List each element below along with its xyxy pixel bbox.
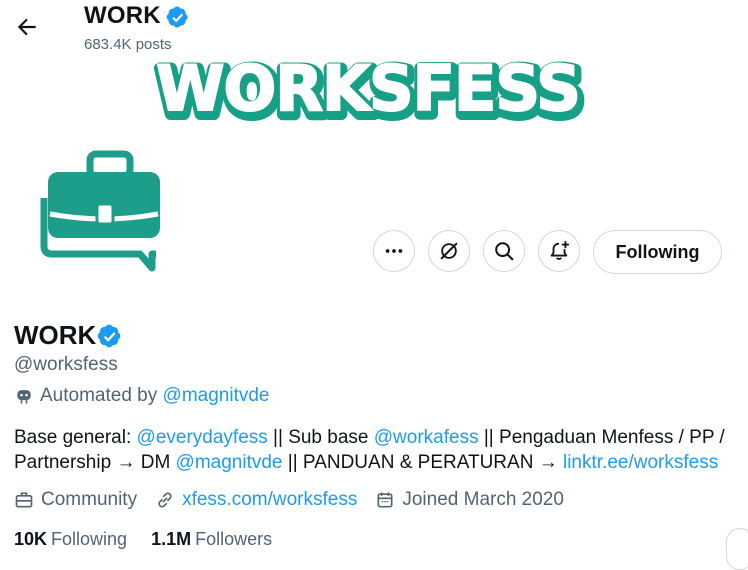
arrow-left-icon [17, 18, 36, 36]
bio-mention-magnitvde[interactable]: @magnitvde [176, 452, 283, 473]
followers-stat[interactable]: 1.1M Followers [151, 529, 272, 550]
verified-badge-icon [166, 6, 190, 30]
following-stat-label: Following [51, 529, 128, 549]
bell-plus-icon [550, 240, 570, 260]
bio-text: Base general: [14, 427, 137, 448]
followers-stat-label: Followers [195, 529, 273, 549]
bio-mention-everydayfess[interactable]: @everydayfess [137, 427, 268, 448]
robot-icon [17, 390, 31, 404]
bio-text: || PANDUAN & PERATURAN → [282, 452, 563, 473]
back-button[interactable] [14, 14, 40, 40]
bio: Base general: @everydayfess || Sub base … [14, 425, 738, 475]
website-link[interactable]: xfess.com/worksfess [182, 489, 357, 511]
followers-count: 1.1M [151, 529, 192, 549]
avatar[interactable] [20, 142, 190, 272]
profile-meta: Community xfess.com/worksfess Joined Mar… [14, 489, 582, 511]
verified-badge-icon[interactable] [97, 324, 123, 350]
bio-linktree-link[interactable]: linktr.ee/worksfess [563, 452, 718, 473]
banner-image: WORKSFESS WORKSFESS [150, 52, 590, 130]
following-button[interactable]: Following [593, 230, 722, 274]
banner-wordmark-fill: WORKSFESS [156, 52, 580, 125]
automated-by-link[interactable]: @magnitvde [163, 385, 270, 406]
floating-widget-edge[interactable] [726, 528, 748, 570]
posts-count: 683.4K posts [84, 36, 172, 53]
notifications-button[interactable] [538, 230, 580, 272]
follow-stats: 10K Following 1.1M Followers [14, 529, 272, 550]
header-title: WORK [84, 2, 161, 29]
grok-slash-icon [440, 242, 458, 260]
briefcase-chat-icon [40, 150, 160, 272]
website[interactable]: xfess.com/worksfess [155, 489, 357, 511]
automated-label: Automated by @magnitvde [14, 385, 269, 407]
search-icon [495, 242, 514, 261]
bio-mention-workafess[interactable]: @workafess [374, 427, 479, 448]
calendar-icon [377, 492, 393, 508]
search-profile-button[interactable] [483, 230, 525, 272]
category-label: Community [41, 489, 138, 510]
category: Community [14, 489, 137, 511]
user-handle: @worksfess [14, 354, 118, 375]
joined-label: Joined March 2020 [402, 489, 564, 510]
grok-analyze-button[interactable] [428, 230, 470, 272]
more-options-button[interactable] [373, 230, 415, 272]
display-name: WORK [14, 320, 97, 350]
link-icon [158, 492, 172, 508]
automated-prefix: Automated by [40, 385, 163, 406]
following-count: 10K [14, 529, 48, 549]
more-dots-icon [385, 249, 403, 253]
bio-text: || Sub base [267, 427, 374, 448]
joined-date: Joined March 2020 [375, 489, 564, 511]
following-stat[interactable]: 10K Following [14, 529, 127, 550]
briefcase-icon [15, 492, 33, 508]
